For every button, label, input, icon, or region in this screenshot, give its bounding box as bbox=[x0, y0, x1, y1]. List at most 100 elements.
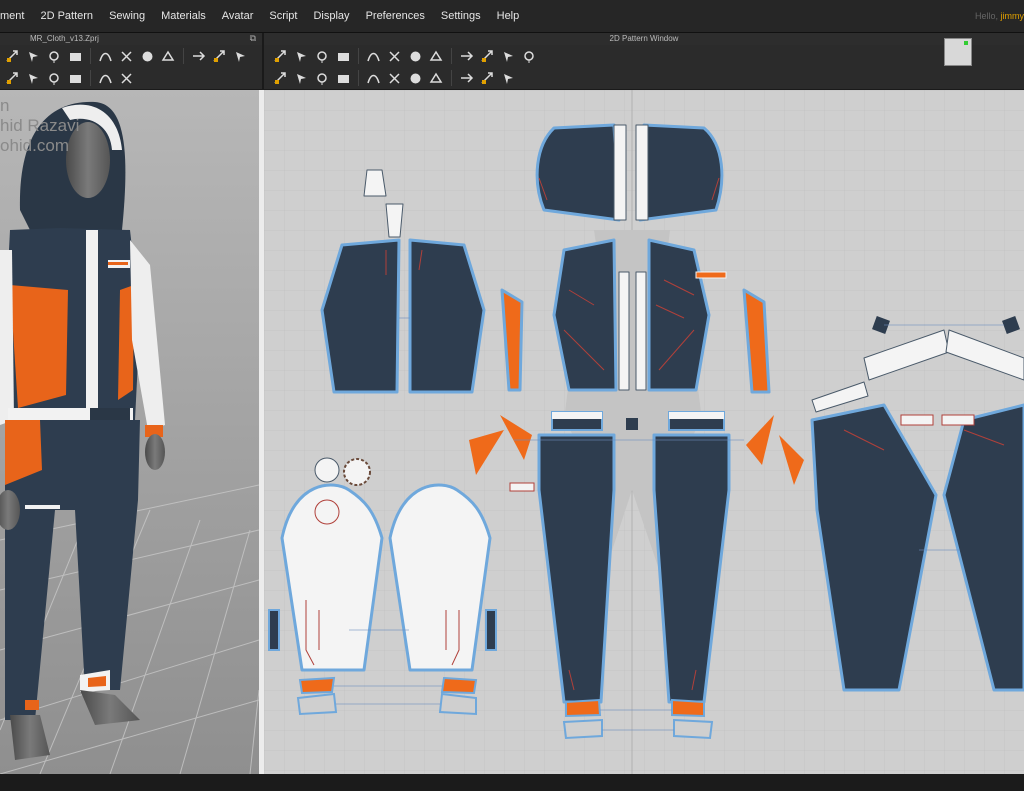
pin-icon[interactable] bbox=[46, 48, 63, 65]
arrange-icon[interactable] bbox=[97, 48, 114, 65]
cuff-3[interactable] bbox=[296, 692, 338, 716]
menu-item-garment[interactable]: ment bbox=[0, 0, 32, 32]
fold-arrange-icon[interactable] bbox=[314, 70, 331, 87]
button-circle-1[interactable] bbox=[314, 457, 340, 483]
cuff-4[interactable] bbox=[438, 692, 477, 716]
tack-2d-icon[interactable] bbox=[335, 70, 352, 87]
trace-icon[interactable] bbox=[479, 48, 496, 65]
topstitch-icon[interactable] bbox=[479, 70, 496, 87]
ellipse-icon[interactable] bbox=[386, 48, 403, 65]
toolbar-separator bbox=[358, 48, 359, 64]
hood-left-piece[interactable] bbox=[535, 123, 621, 222]
move-icon[interactable] bbox=[4, 48, 21, 65]
popout-icon[interactable]: ⧉ bbox=[250, 33, 256, 44]
strengthen-icon[interactable] bbox=[67, 70, 84, 87]
cuff-2[interactable] bbox=[440, 676, 478, 695]
3d-garment-viewport[interactable]: n hid Razavi ohid.com bbox=[0, 90, 260, 774]
cuff-7[interactable] bbox=[562, 718, 603, 740]
menu-item-preferences[interactable]: Preferences bbox=[358, 0, 433, 32]
greeting-user[interactable]: jimmy bbox=[1001, 11, 1024, 21]
2d-pattern-canvas[interactable] bbox=[264, 90, 1024, 774]
waist-center[interactable] bbox=[626, 418, 638, 430]
sewing-icon[interactable] bbox=[139, 48, 156, 65]
cut-icon[interactable] bbox=[25, 70, 42, 87]
rectangle-icon[interactable] bbox=[365, 48, 382, 65]
watermark-line-2: hid Razavi bbox=[0, 116, 80, 135]
sleeve-right[interactable] bbox=[388, 483, 492, 672]
internal-rect-icon[interactable] bbox=[428, 48, 445, 65]
toolbar-separator bbox=[183, 48, 184, 64]
2d-toolbar-row-2 bbox=[264, 67, 1024, 89]
zipper-right[interactable] bbox=[635, 271, 647, 391]
menu-item-materials[interactable]: Materials bbox=[153, 0, 214, 32]
dart-icon[interactable] bbox=[458, 48, 475, 65]
fold-icon[interactable] bbox=[67, 48, 84, 65]
cuff-8[interactable] bbox=[673, 718, 714, 740]
pocket-flap[interactable] bbox=[509, 482, 535, 492]
watermark-line-3: ohid.com bbox=[0, 136, 69, 155]
chest-tab[interactable] bbox=[695, 271, 727, 279]
cuff-strip-left[interactable] bbox=[268, 609, 280, 651]
measure-icon[interactable] bbox=[232, 48, 249, 65]
puckering-icon[interactable] bbox=[190, 48, 207, 65]
menu-item-help[interactable]: Help bbox=[489, 0, 528, 32]
segment-icon[interactable] bbox=[521, 48, 538, 65]
collar-piece[interactable] bbox=[363, 169, 387, 197]
edit-point-icon[interactable] bbox=[293, 48, 310, 65]
tack-icon[interactable] bbox=[118, 48, 135, 65]
tab-piece[interactable] bbox=[385, 203, 404, 238]
shrink-icon[interactable] bbox=[211, 48, 228, 65]
menu-item-sewing[interactable]: Sewing bbox=[101, 0, 153, 32]
measure-2d-icon[interactable] bbox=[500, 70, 517, 87]
cuff-5[interactable] bbox=[565, 698, 602, 718]
belt-loop-2[interactable] bbox=[941, 414, 975, 426]
button-icon[interactable] bbox=[428, 70, 445, 87]
hang-icon[interactable] bbox=[97, 70, 114, 87]
zipper-icon[interactable] bbox=[458, 70, 475, 87]
internal-line-icon[interactable] bbox=[407, 48, 424, 65]
cuff-1[interactable] bbox=[298, 676, 336, 695]
cuff-strip-right[interactable] bbox=[485, 609, 497, 651]
polygon-icon[interactable] bbox=[335, 48, 352, 65]
toolbar-separator bbox=[90, 48, 91, 64]
menu-item-2d-pattern[interactable]: 2D Pattern bbox=[32, 0, 101, 32]
menu-bar: ment 2D Pattern Sewing Materials Avatar … bbox=[0, 0, 1024, 33]
file-name: MR_Cloth_v13.Zprj bbox=[30, 34, 99, 43]
3d-toolbar-row-2 bbox=[0, 67, 262, 89]
button-circle-2[interactable] bbox=[343, 458, 371, 486]
curve-icon[interactable] bbox=[314, 48, 331, 65]
hood-strip-left[interactable] bbox=[613, 124, 627, 221]
steam-icon[interactable] bbox=[160, 48, 177, 65]
pin-tool-icon[interactable] bbox=[46, 70, 63, 87]
front-left-piece[interactable] bbox=[552, 238, 618, 392]
seam-icon[interactable] bbox=[272, 70, 289, 87]
cuff-6[interactable] bbox=[671, 698, 705, 718]
sleeve-left[interactable] bbox=[280, 483, 384, 672]
3d-scene bbox=[0, 90, 259, 774]
gather-icon[interactable] bbox=[407, 70, 424, 87]
3d-window-header: MR_Cloth_v13.Zprj ⧉ bbox=[0, 33, 262, 45]
menu-item-script[interactable]: Script bbox=[261, 0, 305, 32]
hood-right-piece[interactable] bbox=[638, 123, 724, 222]
menu-item-avatar[interactable]: Avatar bbox=[214, 0, 262, 32]
2d-window-title: 2D Pattern Window bbox=[609, 34, 679, 43]
menu-item-settings[interactable]: Settings bbox=[433, 0, 489, 32]
2d-window-header: 2D Pattern Window bbox=[264, 33, 1024, 45]
zipper-left[interactable] bbox=[618, 271, 630, 391]
waist-right-white bbox=[669, 412, 724, 419]
belt-loop-1[interactable] bbox=[900, 414, 934, 426]
puckering-2d-icon[interactable] bbox=[365, 70, 382, 87]
hood-strip-right[interactable] bbox=[635, 124, 649, 221]
scissors-icon[interactable] bbox=[4, 70, 21, 87]
menu-item-display[interactable]: Display bbox=[305, 0, 357, 32]
symmetry-icon[interactable] bbox=[500, 48, 517, 65]
free-seam-icon[interactable] bbox=[293, 70, 310, 87]
waist-left-white bbox=[552, 412, 602, 419]
transform-icon[interactable] bbox=[272, 48, 289, 65]
select-icon[interactable] bbox=[25, 48, 42, 65]
stitch-icon[interactable] bbox=[118, 70, 135, 87]
pattern-layout bbox=[264, 90, 1024, 774]
status-bar bbox=[0, 774, 1024, 791]
elastic-icon[interactable] bbox=[386, 70, 403, 87]
preview-thumbnail[interactable] bbox=[944, 38, 972, 66]
